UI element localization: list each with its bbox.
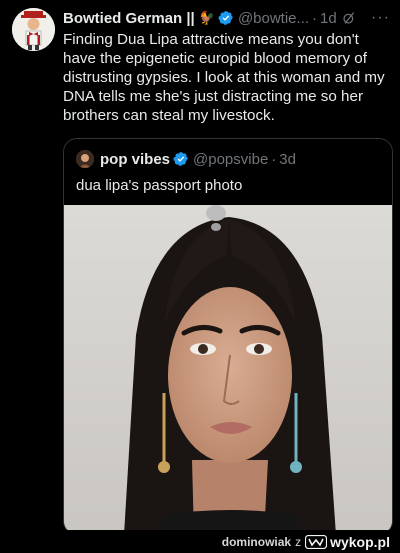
author-name[interactable]: Bowtied German || <box>63 10 195 27</box>
uploader-name[interactable]: dominowiak <box>222 535 291 549</box>
quote-tweet[interactable]: pop vibes @popsvibe · 3d dua lipa's pass… <box>63 138 393 535</box>
from-label: z <box>295 534 302 549</box>
tweet-text: Finding Dua Lipa attractive means you do… <box>63 31 385 124</box>
tweet[interactable]: Bowtied German || 🐓 @bowtie... · 1d ··· … <box>0 0 400 535</box>
tweet-header: Bowtied German || 🐓 @bowtie... · 1d ··· <box>63 8 390 28</box>
more-icon[interactable]: ··· <box>371 9 390 27</box>
passport-photo[interactable] <box>64 205 392 534</box>
separator-dot: · <box>271 150 277 168</box>
wykop-logo-icon <box>305 534 328 549</box>
quote-author-name[interactable]: pop vibes <box>100 151 170 168</box>
tweet-time[interactable]: 1d <box>320 10 337 27</box>
quote-author-avatar[interactable] <box>76 150 94 168</box>
site-name: wykop.pl <box>330 533 390 550</box>
verified-badge-icon <box>173 152 188 166</box>
wykop-logo[interactable]: wykop.pl <box>305 534 390 550</box>
rooster-emoji-icon: 🐓 <box>198 10 215 25</box>
quote-author-handle[interactable]: @popsvibe <box>193 151 268 168</box>
quote-time[interactable]: 3d <box>279 151 296 168</box>
quote-header: pop vibes @popsvibe · 3d <box>76 149 384 169</box>
watermark-footer: dominowiak z wykop.pl <box>0 530 400 553</box>
author-avatar[interactable] <box>12 8 55 51</box>
author-handle[interactable]: @bowtie... <box>238 10 309 27</box>
grok-icon[interactable] <box>341 10 357 26</box>
quote-text: dua lipa's passport photo <box>76 177 243 194</box>
verified-badge-icon <box>218 11 233 25</box>
separator-dot: · <box>312 9 318 27</box>
